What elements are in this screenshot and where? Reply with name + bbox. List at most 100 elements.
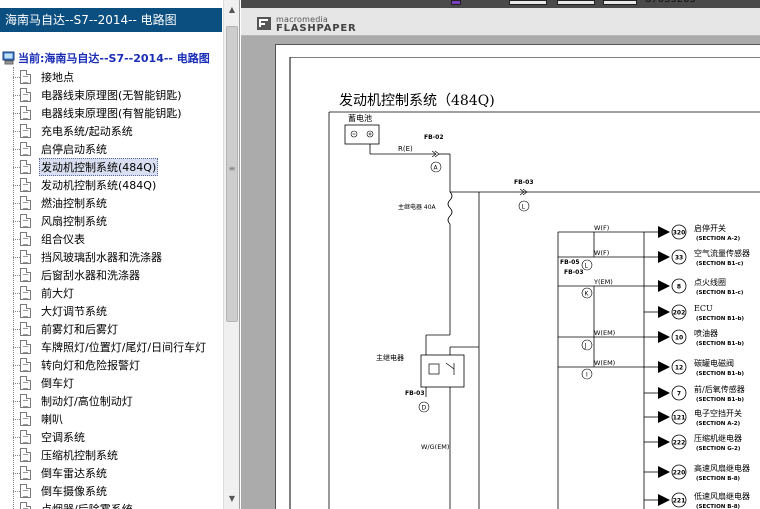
tree-item-label: 组合仪表 [41,233,85,246]
document-icon [20,340,31,354]
component-section: (SECTION A-2) [696,421,741,427]
scroll-down-icon[interactable]: ▼ [225,491,239,507]
tree-item[interactable]: 充电系统/起动系统 [13,122,135,140]
tree-item[interactable]: 风扇控制系统 [13,212,109,230]
tree-item[interactable]: 车牌照灯/位置灯/尾灯/日间行车灯 [13,338,208,356]
tree-connector [13,310,20,312]
arrow-icon [658,251,670,263]
document-icon [20,376,31,390]
tree-item[interactable]: 倒车雷达系统 [13,464,109,482]
document-icon [20,70,31,84]
tree-item[interactable]: 点烟器/后除雾系统 [13,500,135,509]
component-name: 喷油器 [694,328,718,338]
tree-item[interactable]: 制动灯/高位制动灯 [13,392,135,410]
component-list: 320 启停开关 (SECTION A-2) 33 空气流量传感器 (SECTION B1… [593,223,750,509]
tree-item[interactable]: 空调系统 [13,428,87,446]
tree-connector [13,274,20,276]
tree-connector [13,148,20,150]
tree-item[interactable]: 挡风玻璃刮水器和洗涤器 [13,248,164,266]
tree-item-label: 后窗刮水器和洗涤器 [41,269,140,282]
component-number: 220 [673,470,686,477]
arrow-icon [658,387,670,399]
scroll-thumb[interactable]: ≡ [226,26,238,322]
tree-item[interactable]: 喇叭 [13,410,65,428]
tree-item-label: 倒车摄像系统 [41,485,107,498]
tree-item[interactable]: 压缩机控制系统 [13,446,120,464]
tree-root[interactable]: 当前:海南马自达--S7--2014-- 电路图 [2,49,210,67]
tree-item[interactable]: 前大灯 [13,284,76,302]
component-number: 202 [673,310,686,317]
document-icon [20,322,31,336]
tree-item-label: 转向灯和危险报警灯 [41,359,140,372]
document-page[interactable]: 发动机控制系统（484Q) 蓄电池 R(E) FB-02 A 主继电器 40A … [275,44,760,509]
tree-item[interactable]: 倒车摄像系统 [13,482,109,500]
tree-item[interactable]: 组合仪表 [13,230,87,248]
component-section: (SECTION B-8) [696,476,741,482]
tree-item[interactable]: 燃油控制系统 [13,194,109,212]
tree-item-label: 前大灯 [41,287,74,300]
fuse-label: 主继电器 40A [398,203,437,211]
tree-item-label: 发动机控制系统(484Q) [39,158,159,176]
tree-connector [13,382,20,384]
tree-item[interactable]: 倒车灯 [13,374,76,392]
component-name: 点火线圈 [694,277,726,287]
tree-item[interactable]: 前雾灯和后雾灯 [13,320,120,338]
tree-item-label: 制动灯/高位制动灯 [41,395,133,408]
component-section: (SECTION B1-b) [696,316,744,322]
document-icon [20,286,31,300]
tree-item[interactable]: 电器线束原理图(无智能钥匙) [13,86,184,104]
wire-label-re: R(E) [398,145,413,153]
arrow-icon [658,226,670,238]
tree-item-label: 风扇控制系统 [41,215,107,228]
wire-label-wem2: W(EM) [594,359,615,367]
toolbar-button[interactable] [451,0,461,5]
connector-fb03-relay: FB-03 [405,390,425,397]
toolbar-button[interactable] [557,0,595,5]
tree-connector [13,94,20,96]
toolbar-button[interactable] [603,0,637,5]
component-number: 33 [675,255,683,262]
document-icon [20,484,31,498]
tree-item[interactable]: 接地点 [13,68,76,86]
component-section: (SECTION B1-c) [696,290,744,296]
component-name: 高速风扇继电器 [694,463,750,473]
document-icon [20,124,31,138]
tree-item[interactable]: 转向灯和危险报警灯 [13,356,142,374]
tree-item[interactable]: 发动机控制系统(484Q) [13,158,159,176]
component-number: 221 [673,498,686,505]
tree-connector [13,292,20,294]
toolbar-button[interactable] [509,0,547,5]
document-icon [20,196,31,210]
component-number: 8 [677,284,681,291]
document-icon [20,214,31,228]
battery-box [344,124,380,145]
connector-i-label: I [586,372,588,379]
tree-item-label: 压缩机控制系统 [41,449,118,462]
tree-item-label: 点烟器/后除雾系统 [39,500,135,509]
brand-name: FLASHPAPER [276,23,357,34]
arrow-icon [658,411,670,423]
tree-connector [13,166,20,168]
tree-connector [13,130,20,132]
wire-label-wf1: W(F) [594,224,609,232]
tree-item-label: 倒车灯 [41,377,74,390]
grip-icon: ≡ [228,164,236,173]
arrow-icon [658,306,670,318]
panel-scrollbar[interactable]: ▲ ≡ ▼ [223,0,239,509]
document-icon [20,250,31,264]
flashpaper-logo-icon [257,17,271,30]
component-name: ECU [694,304,713,313]
component-section: (SECTION B1-c) [696,261,744,267]
document-icon [20,502,31,509]
component-section: (SECTION B1-b) [696,371,744,377]
scroll-up-icon[interactable]: ▲ [225,2,239,18]
tree-item[interactable]: 大灯调节系统 [13,302,109,320]
tree-item[interactable]: 启停启动系统 [13,140,109,158]
tree-item[interactable]: 电器线束原理图(有智能钥匙) [13,104,184,122]
tree-item[interactable]: 后窗刮水器和洗涤器 [13,266,142,284]
panel-title: 海南马自达--S7--2014-- 电路图 [0,8,222,32]
wiring-diagram: 发动机控制系统（484Q) 蓄电池 R(E) FB-02 A 主继电器 40A … [289,57,760,509]
component-name: 电子空挡开关 [694,408,742,418]
tree-item[interactable]: 发动机控制系统(484Q) [13,176,158,194]
document-icon [20,412,31,426]
